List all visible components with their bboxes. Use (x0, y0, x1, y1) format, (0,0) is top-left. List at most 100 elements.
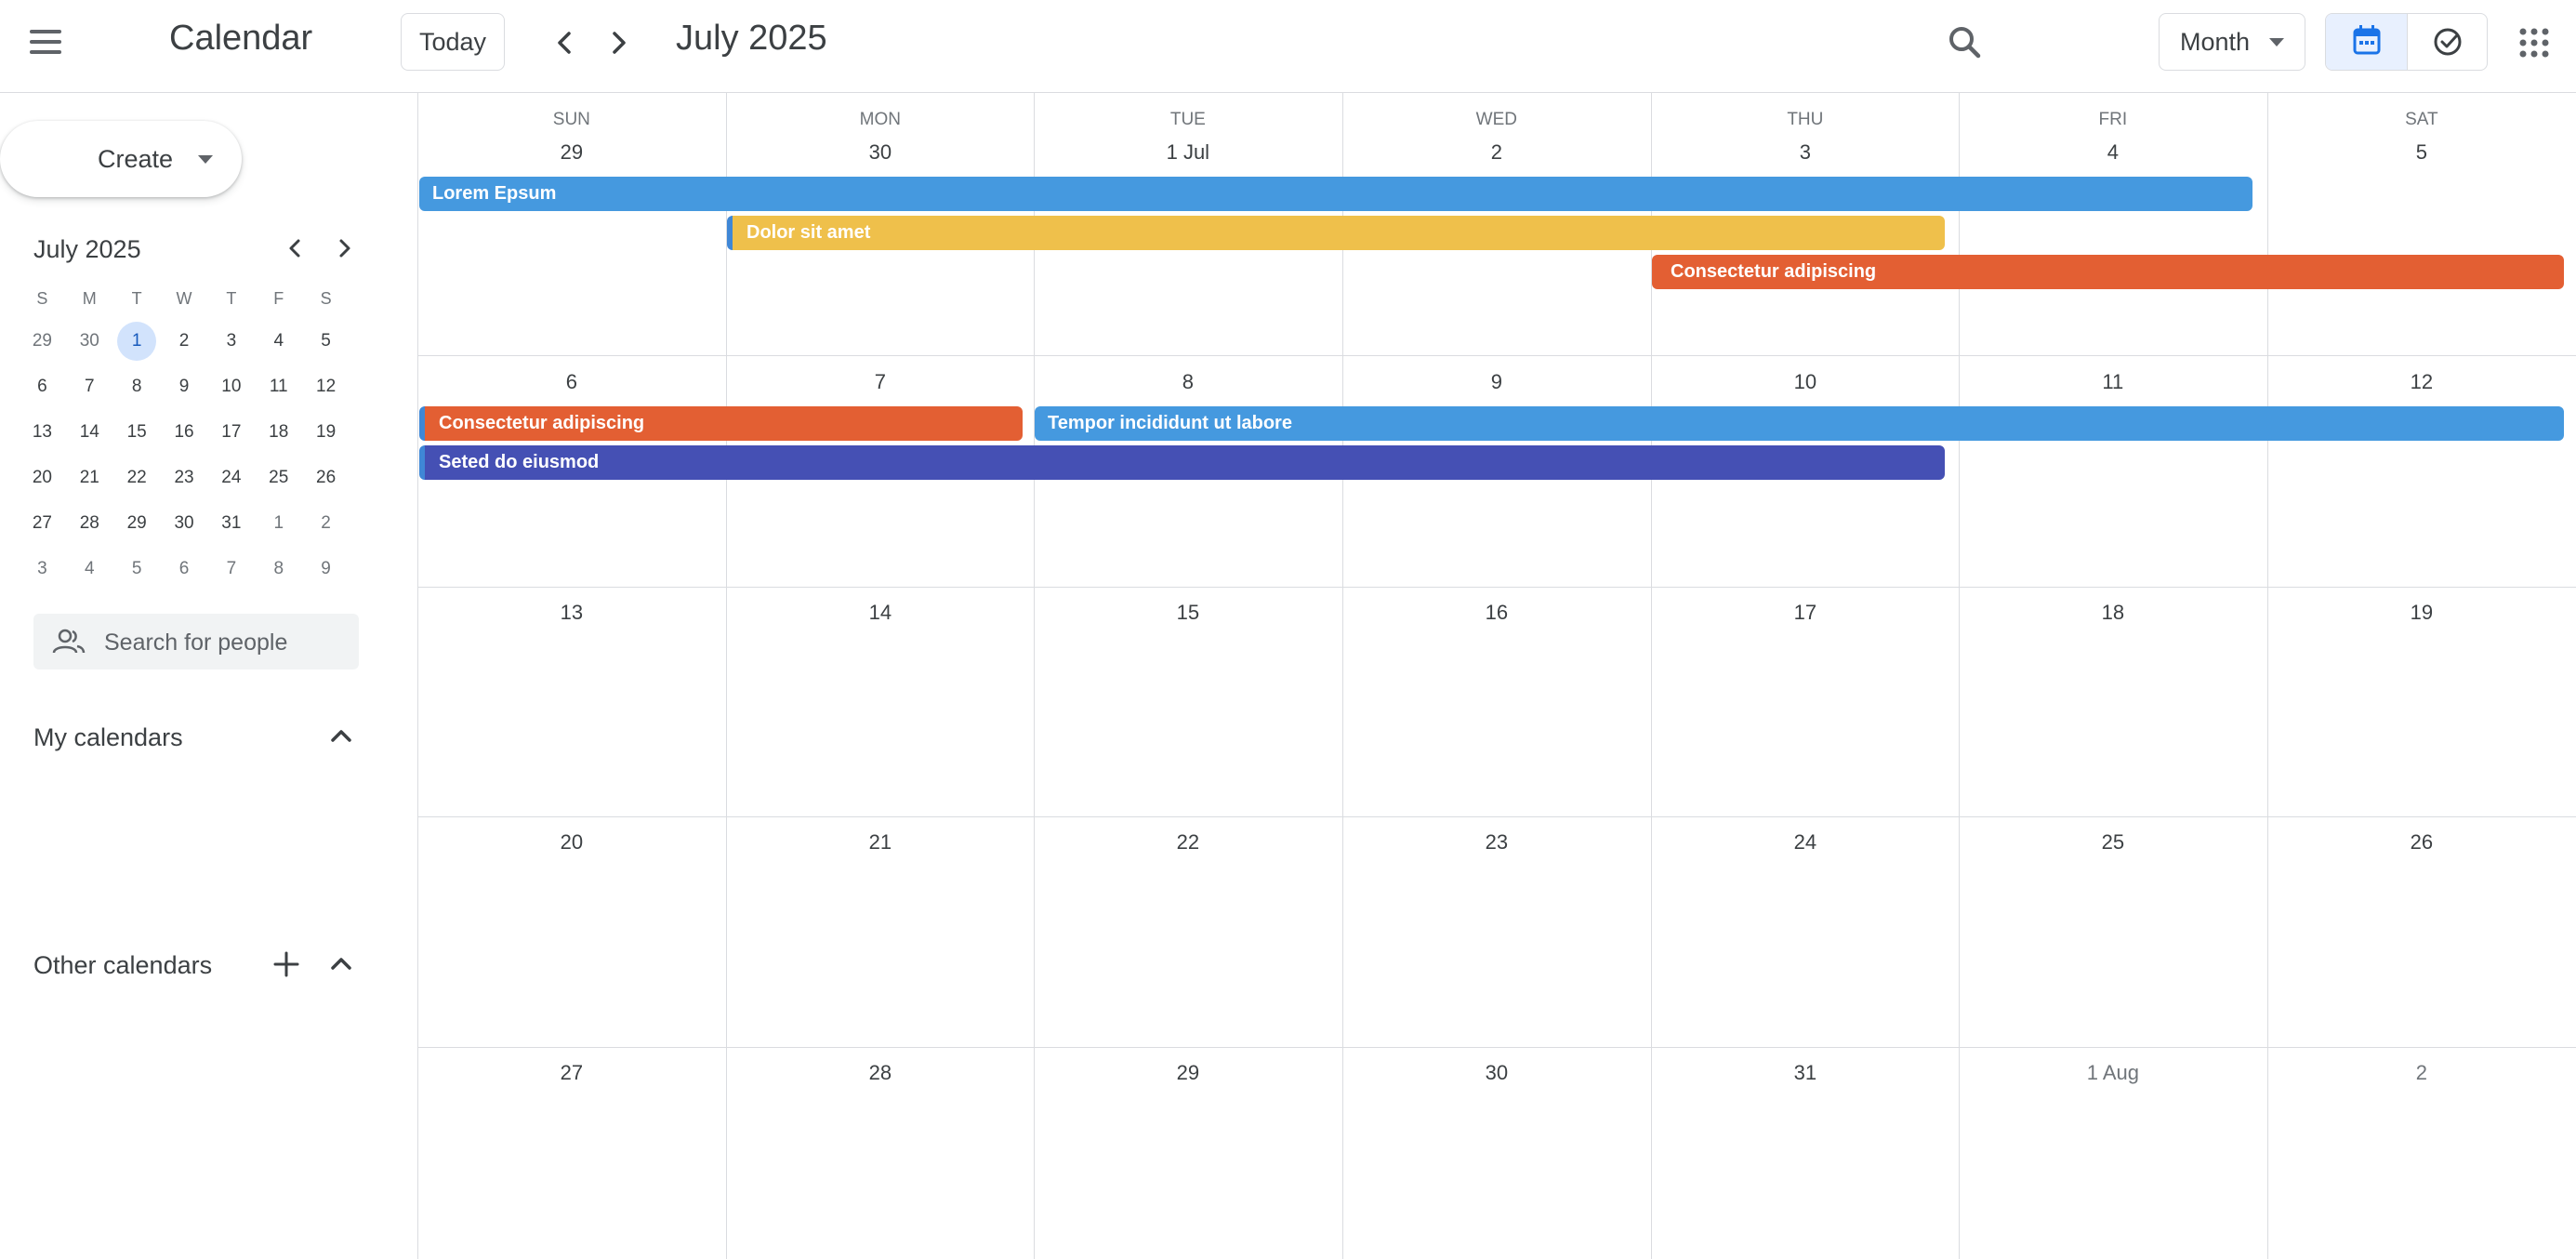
my-calendars-collapse-button[interactable] (324, 720, 358, 753)
day-number[interactable]: 1 Aug (1959, 1061, 2267, 1085)
mini-day[interactable]: 24 (207, 455, 255, 500)
event-chip[interactable]: Dolor sit amet (727, 216, 1945, 250)
day-number[interactable]: 16 (1342, 601, 1651, 625)
mini-day[interactable]: 3 (19, 546, 66, 591)
mini-day[interactable]: 4 (255, 318, 302, 364)
mini-day[interactable]: 8 (113, 364, 161, 409)
mini-day[interactable]: 9 (302, 546, 350, 591)
main-menu-icon[interactable] (28, 24, 65, 61)
day-number[interactable]: 29 (417, 140, 726, 165)
mini-day[interactable]: 30 (66, 318, 113, 364)
day-number[interactable]: 15 (1034, 601, 1342, 625)
day-number[interactable]: 4 (1959, 140, 2267, 165)
mini-day[interactable]: 21 (66, 455, 113, 500)
day-number[interactable]: 14 (726, 601, 1035, 625)
mini-day[interactable]: 5 (113, 546, 161, 591)
mini-calendar-prev-button[interactable] (280, 232, 311, 264)
day-number[interactable]: 17 (1651, 601, 1960, 625)
mini-day[interactable]: 12 (302, 364, 350, 409)
mini-day[interactable]: 28 (66, 500, 113, 546)
day-number[interactable]: 24 (1651, 830, 1960, 855)
day-number[interactable]: 6 (417, 370, 726, 394)
create-button[interactable]: Create (0, 121, 242, 197)
day-number[interactable]: 29 (1034, 1061, 1342, 1085)
mini-day[interactable]: 3 (207, 318, 255, 364)
view-selector[interactable]: Month (2159, 13, 2305, 71)
mini-day[interactable]: 30 (161, 500, 208, 546)
day-number[interactable]: 31 (1651, 1061, 1960, 1085)
mini-day[interactable]: 6 (19, 364, 66, 409)
day-number[interactable]: 2 (2267, 1061, 2576, 1085)
today-button[interactable]: Today (401, 13, 505, 71)
day-number[interactable]: 10 (1651, 370, 1960, 394)
mini-day[interactable]: 27 (19, 500, 66, 546)
mini-day[interactable]: 11 (255, 364, 302, 409)
mini-day[interactable]: 25 (255, 455, 302, 500)
day-number[interactable]: 26 (2267, 830, 2576, 855)
mini-day[interactable]: 29 (19, 318, 66, 364)
event-chip[interactable]: Seted do eiusmod (419, 445, 1945, 480)
day-number[interactable]: 20 (417, 830, 726, 855)
day-number[interactable]: 12 (2267, 370, 2576, 394)
people-search-input[interactable]: Search for people (33, 614, 359, 669)
mini-day[interactable]: 8 (255, 546, 302, 591)
mini-day[interactable]: 7 (66, 364, 113, 409)
search-button[interactable] (1943, 20, 1988, 65)
apps-launcher-button[interactable] (2516, 24, 2553, 61)
mini-day[interactable]: 2 (161, 318, 208, 364)
previous-period-button[interactable] (547, 24, 584, 61)
other-calendars-collapse-button[interactable] (324, 948, 358, 981)
day-number[interactable]: 22 (1034, 830, 1342, 855)
event-chip[interactable]: Consectetur adipiscing (1652, 255, 2564, 289)
mini-day[interactable]: 14 (66, 409, 113, 455)
mini-day[interactable]: 17 (207, 409, 255, 455)
mini-day[interactable]: 20 (19, 455, 66, 500)
mini-day[interactable]: 22 (113, 455, 161, 500)
mini-day-selected[interactable]: 1 (113, 318, 161, 364)
mini-day[interactable]: 29 (113, 500, 161, 546)
day-number[interactable]: 23 (1342, 830, 1651, 855)
event-chip[interactable]: Tempor incididunt ut labore (1035, 406, 2564, 441)
mini-day[interactable]: 15 (113, 409, 161, 455)
day-number[interactable]: 21 (726, 830, 1035, 855)
mini-day[interactable]: 7 (207, 546, 255, 591)
mini-day[interactable]: 9 (161, 364, 208, 409)
day-number[interactable]: 25 (1959, 830, 2267, 855)
calendar-mode-button[interactable] (2326, 14, 2408, 70)
next-period-button[interactable] (600, 24, 637, 61)
day-number[interactable]: 3 (1651, 140, 1960, 165)
day-number[interactable]: 27 (417, 1061, 726, 1085)
mini-day[interactable]: 23 (161, 455, 208, 500)
tasks-mode-button[interactable] (2408, 14, 2487, 70)
mini-day[interactable]: 18 (255, 409, 302, 455)
mini-day[interactable]: 16 (161, 409, 208, 455)
day-number[interactable]: 5 (2267, 140, 2576, 165)
day-number[interactable]: 13 (417, 601, 726, 625)
mini-calendar-next-button[interactable] (328, 232, 360, 264)
mini-day[interactable]: 10 (207, 364, 255, 409)
event-chip[interactable]: Consectetur adipiscing (419, 406, 1023, 441)
day-number[interactable]: 19 (2267, 601, 2576, 625)
day-number[interactable]: 30 (1342, 1061, 1651, 1085)
my-calendars-heading[interactable]: My calendars (33, 723, 183, 752)
mini-day[interactable]: 6 (161, 546, 208, 591)
add-other-calendar-button[interactable] (270, 948, 303, 981)
other-calendars-heading[interactable]: Other calendars (33, 951, 212, 980)
mini-day[interactable]: 1 (255, 500, 302, 546)
mini-day[interactable]: 31 (207, 500, 255, 546)
event-chip[interactable]: Lorem Epsum (419, 177, 2252, 211)
day-number[interactable]: 11 (1959, 370, 2267, 394)
mini-day[interactable]: 26 (302, 455, 350, 500)
mini-day[interactable]: 4 (66, 546, 113, 591)
day-number[interactable]: 8 (1034, 370, 1342, 394)
mini-day[interactable]: 5 (302, 318, 350, 364)
day-number[interactable]: 1 Jul (1034, 140, 1342, 165)
mini-day[interactable]: 19 (302, 409, 350, 455)
day-number[interactable]: 18 (1959, 601, 2267, 625)
mini-day[interactable]: 13 (19, 409, 66, 455)
day-number[interactable]: 2 (1342, 140, 1651, 165)
day-number[interactable]: 30 (726, 140, 1035, 165)
day-number[interactable]: 28 (726, 1061, 1035, 1085)
day-number[interactable]: 9 (1342, 370, 1651, 394)
day-number[interactable]: 7 (726, 370, 1035, 394)
